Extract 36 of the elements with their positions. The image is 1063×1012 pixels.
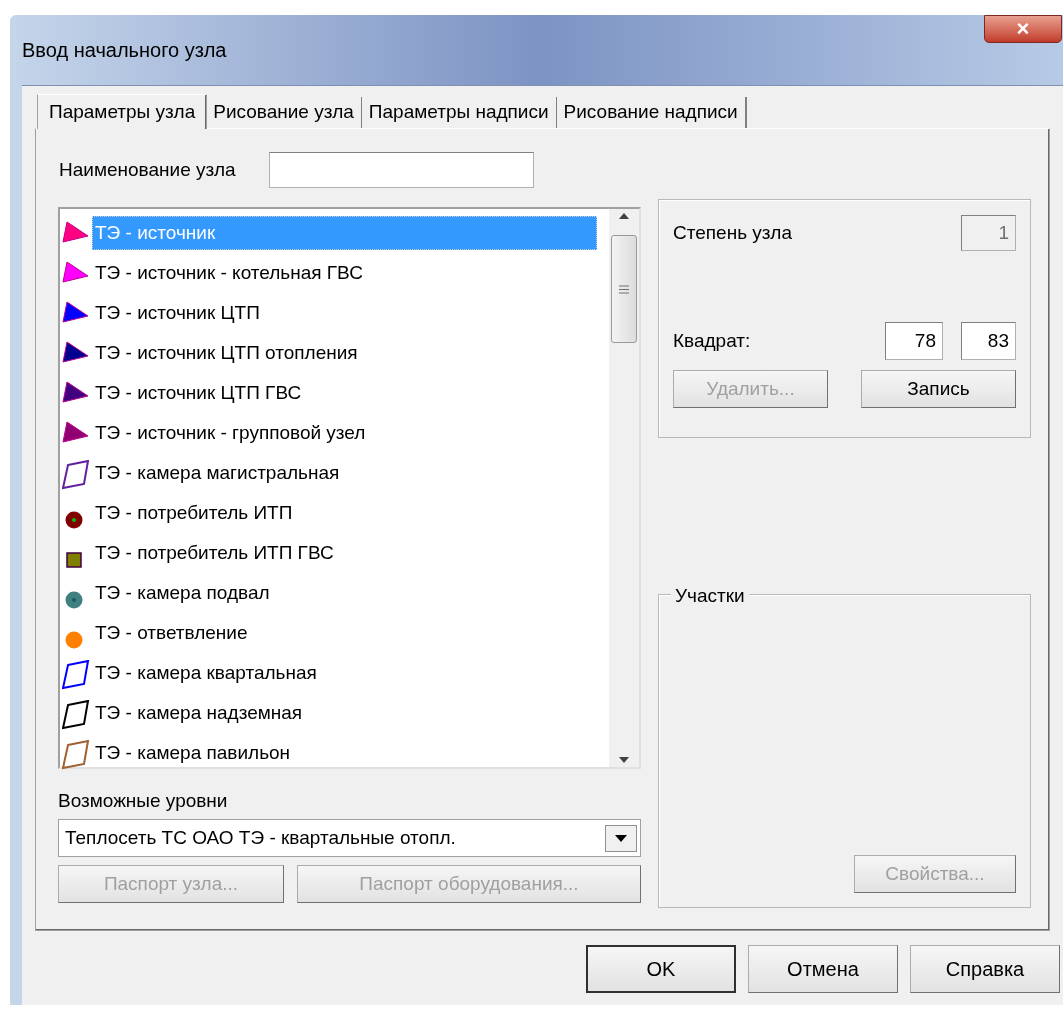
square-y-input-field[interactable]: 83	[961, 322, 1016, 360]
list-item[interactable]: ТЭ - камера павильон	[92, 736, 291, 770]
list-item[interactable]: ТЭ - потребитель ИТП ГВС	[92, 536, 334, 570]
list-item[interactable]: ТЭ - источник ЦТП	[92, 296, 260, 330]
tab[interactable]: Параметры узла	[37, 94, 208, 129]
list-item[interactable]: ТЭ - ответвление	[92, 616, 248, 650]
dialog-button[interactable]: OK	[586, 945, 736, 993]
list-item[interactable]: ТЭ - потребитель ИТП	[92, 496, 293, 530]
tab[interactable]: Параметры надписи	[361, 97, 558, 128]
list-item[interactable]: ТЭ - источник - котельная ГВС	[92, 256, 363, 290]
field-label: Наименование узла	[58, 157, 236, 182]
list-item[interactable]: ТЭ - источник ЦТП отопления	[92, 336, 358, 370]
list-item[interactable]: ТЭ - камера квартальная	[92, 656, 317, 690]
dialog-button[interactable]: Справка	[910, 945, 1060, 993]
scrollbar-thumb[interactable]	[611, 235, 637, 343]
tab[interactable]: Рисование надписи	[556, 97, 747, 128]
degree-value-field: 1	[961, 215, 1016, 251]
scroll-down-icon[interactable]	[619, 757, 629, 763]
grip-icon	[619, 284, 629, 294]
levels-dropdown[interactable]: Теплосеть ТС ОАО ТЭ - квартальные отопл.	[58, 819, 641, 857]
list-item[interactable]: ТЭ - камера магистральная	[92, 456, 340, 490]
list-item[interactable]: ТЭ - камера подвал	[92, 576, 270, 610]
field-label: Квадрат:	[673, 328, 752, 353]
field-label: Возможные уровни	[58, 789, 229, 813]
scrollbar[interactable]	[609, 209, 639, 767]
scroll-up-icon[interactable]	[619, 213, 629, 219]
field-label: Степень узла	[673, 220, 792, 245]
window-title: Ввод начального узла	[22, 38, 227, 63]
dialog-button[interactable]: Отмена	[748, 945, 898, 993]
name-input-field[interactable]	[268, 152, 534, 188]
button[interactable]: Запись	[861, 370, 1016, 408]
square-x-input-field[interactable]: 78	[885, 322, 943, 360]
list-item[interactable]: ТЭ - источник - групповой узел	[92, 416, 366, 450]
list-item[interactable]: ТЭ - источник ЦТП ГВС	[92, 376, 302, 410]
node-type-list[interactable]	[58, 207, 641, 769]
list-item[interactable]: ТЭ - камера надземная	[92, 696, 303, 730]
